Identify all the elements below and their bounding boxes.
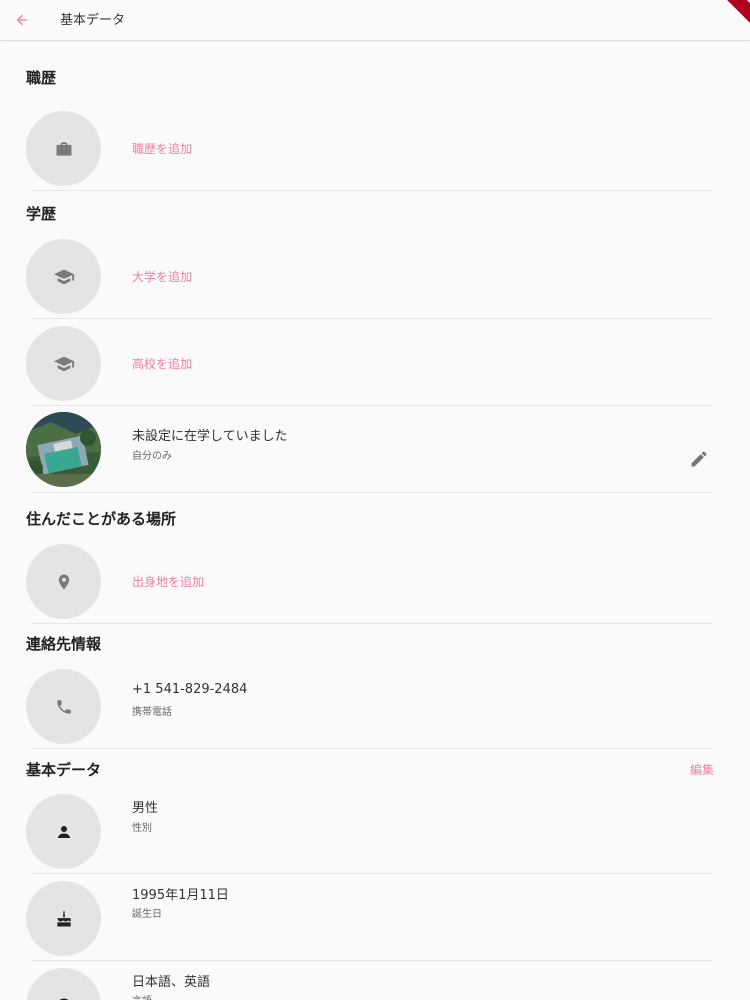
add-university-link[interactable]: 大学を追加 — [132, 268, 192, 285]
phone-icon-circle — [26, 669, 101, 744]
gender-label: 性別 — [132, 823, 152, 834]
page-title: 基本データ — [60, 13, 126, 28]
graduation-cap-icon — [53, 356, 74, 371]
add-highschool-link[interactable]: 高校を追加 — [132, 355, 192, 372]
divider — [32, 318, 712, 319]
highschool-icon-circle — [26, 326, 101, 401]
gender-icon-circle — [26, 794, 101, 869]
arrow-back-icon — [16, 14, 28, 26]
divider — [32, 873, 712, 874]
add-work-link[interactable]: 職歴を追加 — [132, 140, 192, 157]
divider — [32, 960, 712, 961]
briefcase-icon — [56, 141, 71, 156]
divider — [32, 405, 712, 406]
back-button[interactable] — [10, 8, 34, 32]
section-title-basic: 基本データ — [26, 761, 102, 779]
birthday-icon-circle — [26, 881, 101, 956]
education-entry-title: 未設定に在学していました — [132, 429, 288, 444]
birthday-value: 1995年1月11日 — [132, 888, 229, 903]
languages-icon-circle — [26, 968, 101, 1000]
section-title-contact: 連絡先情報 — [26, 635, 102, 653]
section-title-education: 学歴 — [26, 205, 57, 223]
debug-banner — [711, 0, 750, 28]
section-title-places: 住んだことがある場所 — [26, 510, 177, 528]
languages-value: 日本語、英語 — [132, 975, 211, 990]
birthday-label: 誕生日 — [132, 909, 162, 920]
edit-basic-info-link[interactable]: 編集 — [690, 761, 714, 778]
divider — [32, 623, 712, 624]
university-icon-circle — [26, 239, 101, 314]
phone-icon — [56, 699, 71, 714]
section-title-work: 職歴 — [26, 69, 57, 87]
phone-number: +1 541-829-2484 — [132, 682, 248, 697]
school-photo — [26, 412, 101, 487]
divider — [32, 748, 712, 749]
gender-value: 男性 — [132, 801, 159, 816]
education-entry-privacy: 自分のみ — [132, 451, 172, 462]
hometown-icon-circle — [26, 544, 101, 619]
graduation-cap-icon — [53, 269, 74, 284]
language-icon — [58, 998, 69, 1000]
location-pin-icon — [58, 574, 69, 589]
languages-label: 言語 — [132, 992, 152, 1000]
phone-label: 携帯電話 — [132, 707, 172, 718]
divider — [32, 492, 712, 493]
person-icon — [57, 825, 70, 838]
divider — [32, 190, 712, 191]
work-icon-circle — [26, 111, 101, 186]
cake-icon — [56, 910, 71, 926]
add-hometown-link[interactable]: 出身地を追加 — [132, 573, 204, 590]
profile-about-list[interactable]: 職歴 職歴を追加 学歴 大学を追加 高校を追加 未設定に在学していました 自分の… — [0, 41, 750, 1000]
pencil-icon — [691, 451, 707, 467]
app-bar: 基本データ — [0, 0, 750, 41]
edit-education-button[interactable] — [689, 449, 709, 469]
